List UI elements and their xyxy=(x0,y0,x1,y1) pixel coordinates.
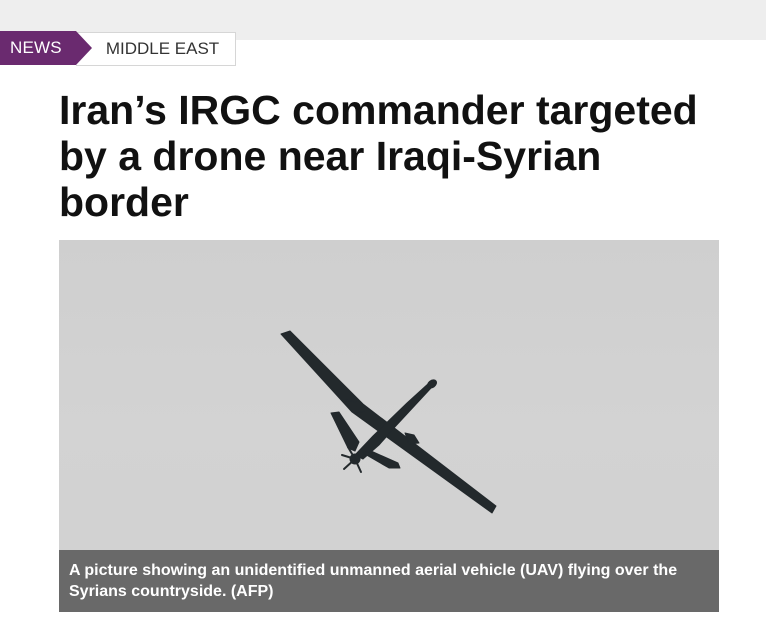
article-headline: Iran’s IRGC commander targeted by a dron… xyxy=(59,87,698,225)
article-image: A picture showing an unidentified unmann… xyxy=(59,240,719,612)
image-caption: A picture showing an unidentified unmann… xyxy=(59,550,719,612)
drone-icon xyxy=(280,330,497,514)
breadcrumb-news-link[interactable]: NEWS xyxy=(0,31,92,65)
breadcrumb-section-link[interactable]: MIDDLE EAST xyxy=(75,32,237,66)
breadcrumb: NEWS MIDDLE EAST xyxy=(0,31,237,66)
